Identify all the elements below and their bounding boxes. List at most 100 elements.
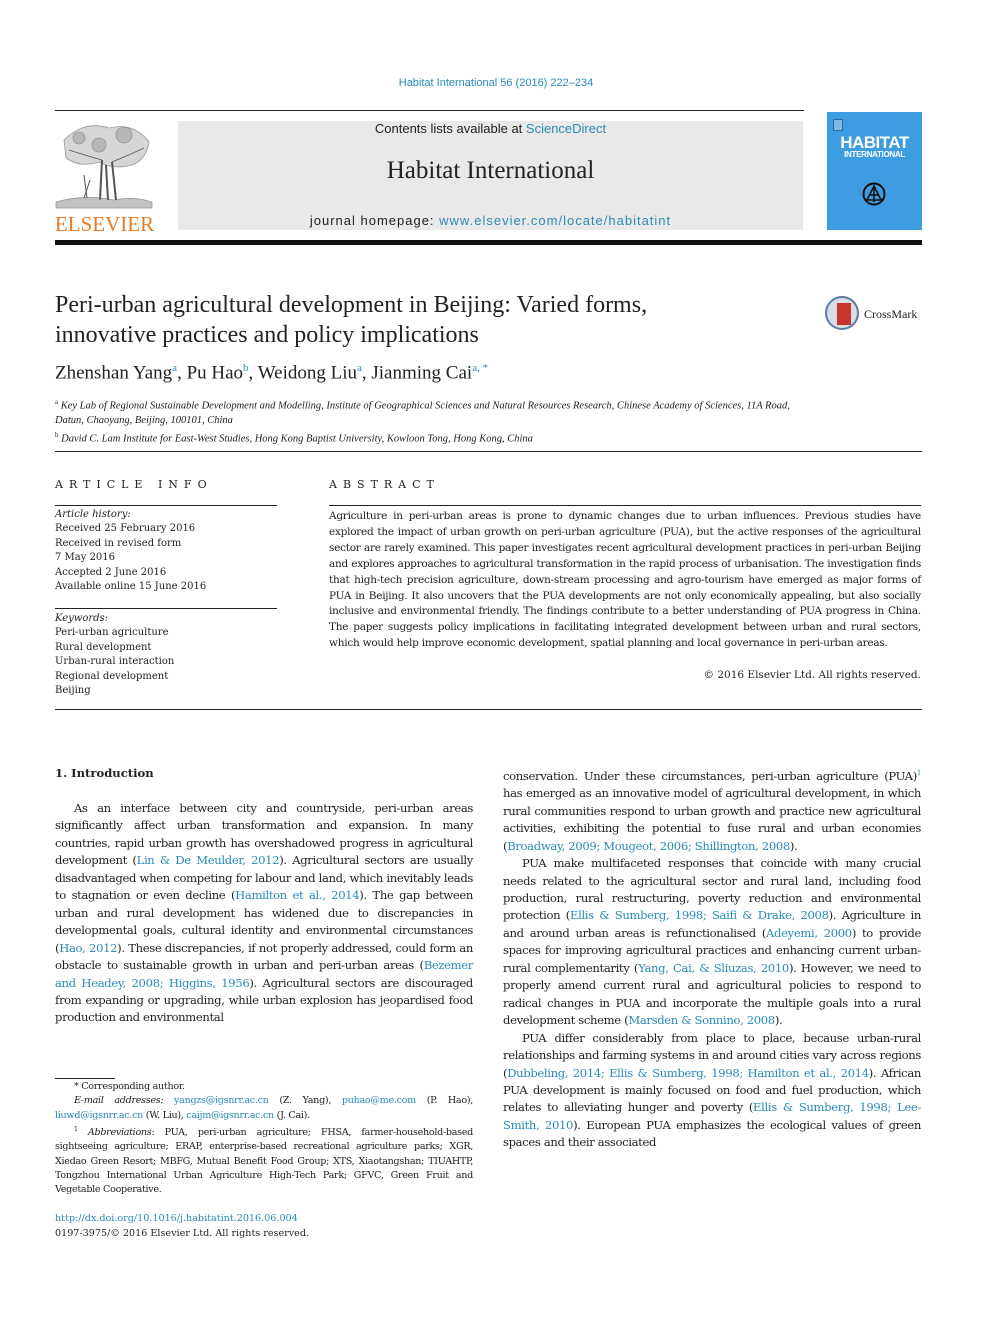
title-line-2: innovative practices and policy implicat…: [55, 322, 479, 348]
footnote-link[interactable]: 1: [917, 769, 921, 777]
footnote-marker: 1: [74, 1125, 78, 1133]
article-title: Peri-urban agricultural development in B…: [55, 290, 795, 350]
keyword: Beijing: [55, 685, 91, 697]
author-affil-link[interactable]: a: [357, 362, 362, 374]
keywords-label: Keywords:: [55, 613, 109, 624]
keywords: Keywords: Peri-urban agriculture Rural d…: [55, 612, 277, 698]
keyword: Regional development: [55, 670, 169, 682]
email-link[interactable]: puhao@me.com: [342, 1095, 416, 1106]
corresponding-author-note: * Corresponding author.: [74, 1081, 185, 1092]
abstract-bottom-rule: [55, 709, 922, 710]
affiliation: a Key Lab of Regional Sustainable Develo…: [55, 395, 815, 428]
contents-prefix: Contents lists available at: [374, 121, 526, 136]
elsevier-wordmark: ELSEVIER: [54, 212, 155, 236]
email-owner: (Z. Yang),: [279, 1095, 332, 1107]
history-item: Received in revised form: [55, 537, 182, 549]
section-heading-introduction: 1. Introduction: [55, 766, 154, 780]
text: conservation. Under these circumstances,…: [503, 768, 917, 783]
header-divider: [55, 451, 922, 452]
abstract-rule: [329, 505, 921, 506]
abstract-heading: ABSTRACT: [329, 478, 440, 491]
elsevier-tree-icon: [55, 125, 153, 209]
article-info-heading: ARTICLE INFO: [55, 478, 213, 491]
author-name[interactable]: Weidong Liu: [258, 362, 357, 383]
paragraph: conservation. Under these circumstances,…: [503, 765, 921, 855]
affiliation-text: Key Lab of Regional Sustainable Developm…: [55, 400, 790, 426]
history-item: Received 25 February 2016: [55, 523, 196, 535]
email-link[interactable]: yangzs@igsnrr.ac.cn: [174, 1095, 269, 1106]
citation-link[interactable]: Marsden & Sonnino, 2008: [628, 1013, 775, 1027]
citation-link[interactable]: Hamilton et al., 2014: [235, 888, 360, 902]
history-item: Accepted 2 June 2016: [55, 566, 167, 578]
journal-title: Habitat International: [386, 157, 595, 184]
article-history: Article history: Received 25 February 20…: [55, 508, 277, 594]
footnote-rule: [55, 1078, 115, 1079]
article-history-label: Article history:: [55, 509, 131, 520]
paragraph: PUA differ considerably from place to pl…: [503, 1030, 921, 1152]
article-info-rule: [55, 505, 277, 506]
cover-subtitle: INTERNATIONAL: [844, 150, 905, 159]
crossmark-label: CrossMark: [864, 307, 918, 321]
abstract-text: Agriculture in peri-urban areas is prone…: [329, 510, 921, 650]
email-link[interactable]: liuwd@igsnrr.ac.cn: [55, 1110, 143, 1121]
journal-homepage-link[interactable]: www.elsevier.com/locate/habitatint: [439, 213, 671, 228]
doi-block: http://dx.doi.org/10.1016/j.habitatint.2…: [55, 1211, 309, 1241]
cover-title: HABITAT: [840, 133, 909, 152]
affiliation-text: David C. Lam Institute for East-West Stu…: [61, 433, 533, 444]
author-list: Zhenshan Yanga, Pu Haob, Weidong Liua, J…: [55, 362, 489, 384]
citation-link[interactable]: Ellis & Sumberg, 1998; Saifi & Drake, 20…: [570, 908, 829, 922]
journal-cover[interactable]: HABITAT INTERNATIONAL: [827, 112, 922, 230]
elsevier-logo[interactable]: ELSEVIER: [52, 118, 157, 236]
issn-line: 0197-3975/© 2016 Elsevier Ltd. All right…: [55, 1228, 310, 1239]
email-owner: (J. Cai).: [276, 1109, 310, 1121]
text: ).: [774, 1013, 783, 1028]
citation-link[interactable]: Adeyemi, 2000: [766, 926, 852, 940]
citation-link[interactable]: Lin & De Meulder, 2012: [137, 853, 280, 867]
keyword: Rural development: [55, 641, 152, 653]
email-owner: (W. Liu),: [145, 1109, 184, 1121]
doi-link[interactable]: http://dx.doi.org/10.1016/j.habitatint.2…: [55, 1213, 298, 1224]
keywords-rule: [55, 608, 277, 609]
running-head[interactable]: Habitat International 56 (2016) 222–234: [0, 77, 992, 89]
abbreviations-note: 1 Abbreviations: PUA, peri-urban agricul…: [55, 1123, 473, 1198]
author-affil-link[interactable]: a: [172, 362, 177, 374]
email-addresses: E-mail addresses: yangzs@igsnrr.ac.cn (Z…: [55, 1094, 473, 1123]
journal-masthead: Contents lists available at ScienceDirec…: [178, 121, 803, 230]
author-name[interactable]: Jianming Cai: [371, 362, 472, 383]
keyword: Peri-urban agriculture: [55, 627, 169, 639]
homepage-line: journal homepage: www.elsevier.com/locat…: [178, 213, 803, 228]
affiliation: b David C. Lam Institute for East-West S…: [55, 428, 815, 447]
right-column: conservation. Under these circumstances,…: [503, 765, 921, 1152]
cover-emblem-icon: [862, 182, 886, 206]
abbreviations-label: Abbreviations: [87, 1127, 152, 1139]
top-rule: [55, 110, 804, 111]
author-name[interactable]: Zhenshan Yang: [55, 362, 172, 383]
citation-link[interactable]: Broadway, 2009; Mougeot, 2006; Shillingt…: [507, 839, 790, 853]
paragraph: PUA make multifaceted responses that coi…: [503, 855, 921, 1030]
citation-link[interactable]: Hao, 2012: [59, 941, 117, 955]
email-owner: (P. Hao),: [426, 1095, 474, 1107]
affiliation-marker: b: [55, 430, 59, 439]
keyword: Urban-rural interaction: [55, 656, 175, 668]
author-affil-link[interactable]: a, *: [472, 362, 488, 374]
crossmark-button[interactable]: CrossMark: [825, 296, 925, 336]
contents-line: Contents lists available at ScienceDirec…: [178, 121, 803, 136]
text: ). These discrepancies, if not properly …: [55, 940, 473, 973]
sciencedirect-link[interactable]: ScienceDirect: [526, 121, 606, 136]
history-item: 7 May 2016: [55, 552, 116, 564]
affiliations: a Key Lab of Regional Sustainable Develo…: [55, 395, 815, 446]
author-affil-link[interactable]: b: [243, 362, 249, 374]
masthead-thick-rule: [55, 240, 922, 245]
crossmark-icon: [825, 296, 859, 330]
citation-link[interactable]: Yang, Cai, & Sliuzas, 2010: [638, 961, 789, 975]
email-link[interactable]: caijm@igsnrr.ac.cn: [186, 1110, 274, 1121]
abstract-copyright: © 2016 Elsevier Ltd. All rights reserved…: [703, 669, 921, 681]
homepage-prefix: journal homepage:: [309, 213, 440, 228]
author-name[interactable]: Pu Hao: [187, 362, 243, 383]
citation-link[interactable]: Dubbeling, 2014; Ellis & Sumberg, 1998; …: [507, 1066, 869, 1080]
cover-elsevier-mini-icon: [833, 119, 843, 131]
footnotes: * Corresponding author. E-mail addresses…: [55, 1080, 473, 1198]
affiliation-marker: a: [55, 398, 59, 406]
email-label: E-mail addresses:: [74, 1095, 164, 1107]
text: ).: [789, 838, 798, 853]
